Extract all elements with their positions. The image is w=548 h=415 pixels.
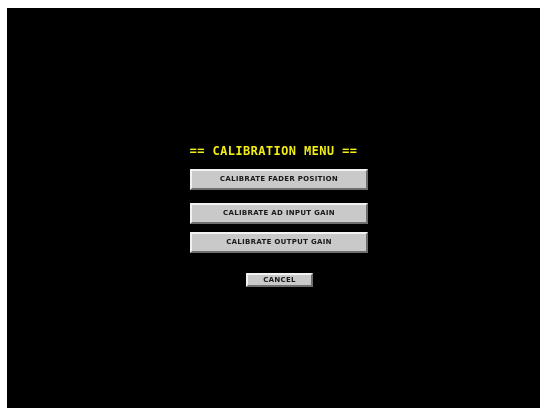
cancel-button[interactable]: CANCEL (246, 273, 313, 287)
calibrate-ad-input-gain-button[interactable]: CALIBRATE AD INPUT GAIN (190, 203, 368, 224)
calibration-menu-title: == CALIBRATION MENU == (189, 144, 358, 158)
screenshot-frame: == CALIBRATION MENU == CALIBRATE FADER P… (0, 0, 548, 415)
calibrate-fader-position-button[interactable]: CALIBRATE FADER POSITION (190, 169, 368, 190)
calibrate-output-gain-button[interactable]: CALIBRATE OUTPUT GAIN (190, 232, 368, 253)
display-screen: == CALIBRATION MENU == CALIBRATE FADER P… (7, 8, 540, 408)
